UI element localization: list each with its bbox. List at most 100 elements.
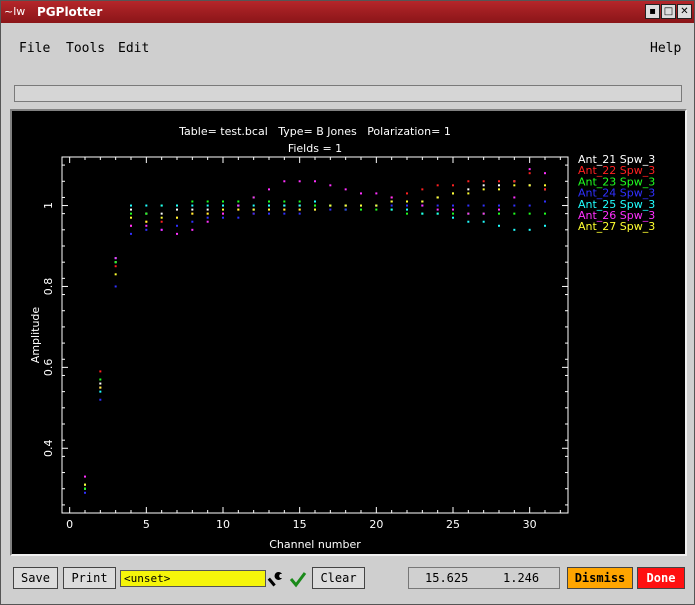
data-point [99, 390, 102, 393]
data-point [528, 228, 531, 231]
y-tick-label: 0.8 [42, 278, 55, 296]
x-tick-label: 30 [523, 518, 537, 531]
data-point [544, 212, 546, 215]
data-points [84, 168, 546, 494]
cursor-coordinates: 15.625 1.246 [408, 567, 560, 589]
data-point [544, 184, 546, 187]
checkmark-icon[interactable] [289, 570, 307, 588]
data-point [421, 212, 424, 215]
dismiss-button[interactable]: Dismiss [567, 567, 633, 589]
data-point [84, 487, 86, 490]
data-point [544, 200, 546, 203]
data-point [344, 204, 347, 207]
data-point [467, 212, 470, 215]
data-point [268, 212, 270, 215]
print-button[interactable]: Print [63, 567, 116, 589]
wrench-icon[interactable] [267, 570, 285, 588]
y-axis-label: Amplitude [29, 307, 42, 364]
data-point [206, 212, 209, 215]
window-menu-icon[interactable]: ~lw [4, 3, 34, 21]
minimize-button[interactable]: ▪ [645, 4, 660, 19]
data-point [283, 208, 286, 211]
plot-canvas[interactable]: Table= test.bcal Type= B Jones Polarizat… [12, 111, 685, 554]
maximize-button[interactable]: □ [661, 4, 676, 19]
data-point [237, 200, 240, 203]
data-point [114, 265, 117, 268]
data-point [206, 208, 209, 211]
data-point [130, 212, 132, 215]
data-point [406, 212, 408, 215]
data-point [452, 216, 454, 219]
data-point [544, 224, 546, 227]
data-point [176, 232, 178, 235]
data-point [222, 216, 224, 219]
cursor-x-value: 15.625 [425, 571, 469, 585]
y-tick-label: 0.4 [42, 440, 55, 458]
x-axis-label: Channel number [269, 538, 361, 551]
command-entry[interactable]: <unset> [120, 570, 266, 587]
data-point [314, 200, 316, 203]
data-point [252, 212, 255, 215]
plot-area[interactable]: Table= test.bcal Type= B Jones Polarizat… [10, 109, 687, 556]
plot-title-line1: Table= test.bcal Type= B Jones Polarizat… [178, 125, 451, 138]
data-point [283, 200, 286, 203]
data-point [283, 204, 286, 207]
data-point [176, 224, 178, 227]
data-point [206, 216, 209, 219]
data-point [360, 208, 362, 211]
data-point [268, 208, 270, 211]
data-point [314, 204, 316, 207]
data-point [329, 184, 332, 187]
menu-file[interactable]: File [19, 41, 50, 56]
data-point [114, 257, 117, 260]
cursor-y-value: 1.246 [503, 571, 540, 585]
data-point [84, 475, 86, 478]
data-point [482, 204, 485, 207]
data-point [99, 382, 102, 385]
data-point [452, 208, 454, 211]
data-point [84, 483, 86, 486]
data-point [176, 208, 178, 211]
data-point [360, 192, 362, 195]
data-point [237, 208, 240, 211]
close-button[interactable]: ✕ [677, 4, 692, 19]
legend-entry: Ant_27 Spw_3 [578, 220, 655, 233]
data-point [436, 196, 439, 199]
data-point [191, 208, 194, 211]
clear-button[interactable]: Clear [312, 567, 365, 589]
data-point [360, 204, 362, 207]
data-point [130, 208, 132, 211]
data-point [99, 378, 102, 381]
x-tick-label: 5 [143, 518, 150, 531]
data-point [528, 212, 531, 215]
data-point [482, 188, 485, 191]
data-point [498, 212, 500, 215]
data-point [145, 204, 148, 207]
data-point [513, 228, 516, 231]
menu-help[interactable]: Help [650, 41, 681, 56]
data-point [406, 204, 408, 207]
data-point [314, 208, 316, 211]
data-point [130, 224, 132, 227]
done-button[interactable]: Done [637, 567, 685, 589]
data-point [145, 220, 148, 223]
data-point [99, 370, 102, 373]
data-point [482, 180, 485, 183]
data-point [436, 184, 439, 187]
title-bar[interactable]: ~lw PGPlotter ▪ □ ✕ [1, 1, 694, 23]
data-point [406, 192, 408, 195]
data-point [344, 188, 347, 191]
menu-edit[interactable]: Edit [118, 41, 149, 56]
x-tick-label: 15 [293, 518, 307, 531]
data-point [513, 196, 516, 199]
data-point [406, 200, 408, 203]
data-point [191, 212, 194, 215]
data-point [528, 172, 531, 175]
save-button[interactable]: Save [13, 567, 58, 589]
data-point [268, 188, 270, 191]
menu-tools[interactable]: Tools [66, 41, 105, 56]
bottom-toolbar: Save Print <unset> Clear 15.625 1.246 Di… [1, 561, 695, 601]
data-point [252, 204, 255, 207]
data-point [436, 212, 439, 215]
data-point [268, 200, 270, 203]
